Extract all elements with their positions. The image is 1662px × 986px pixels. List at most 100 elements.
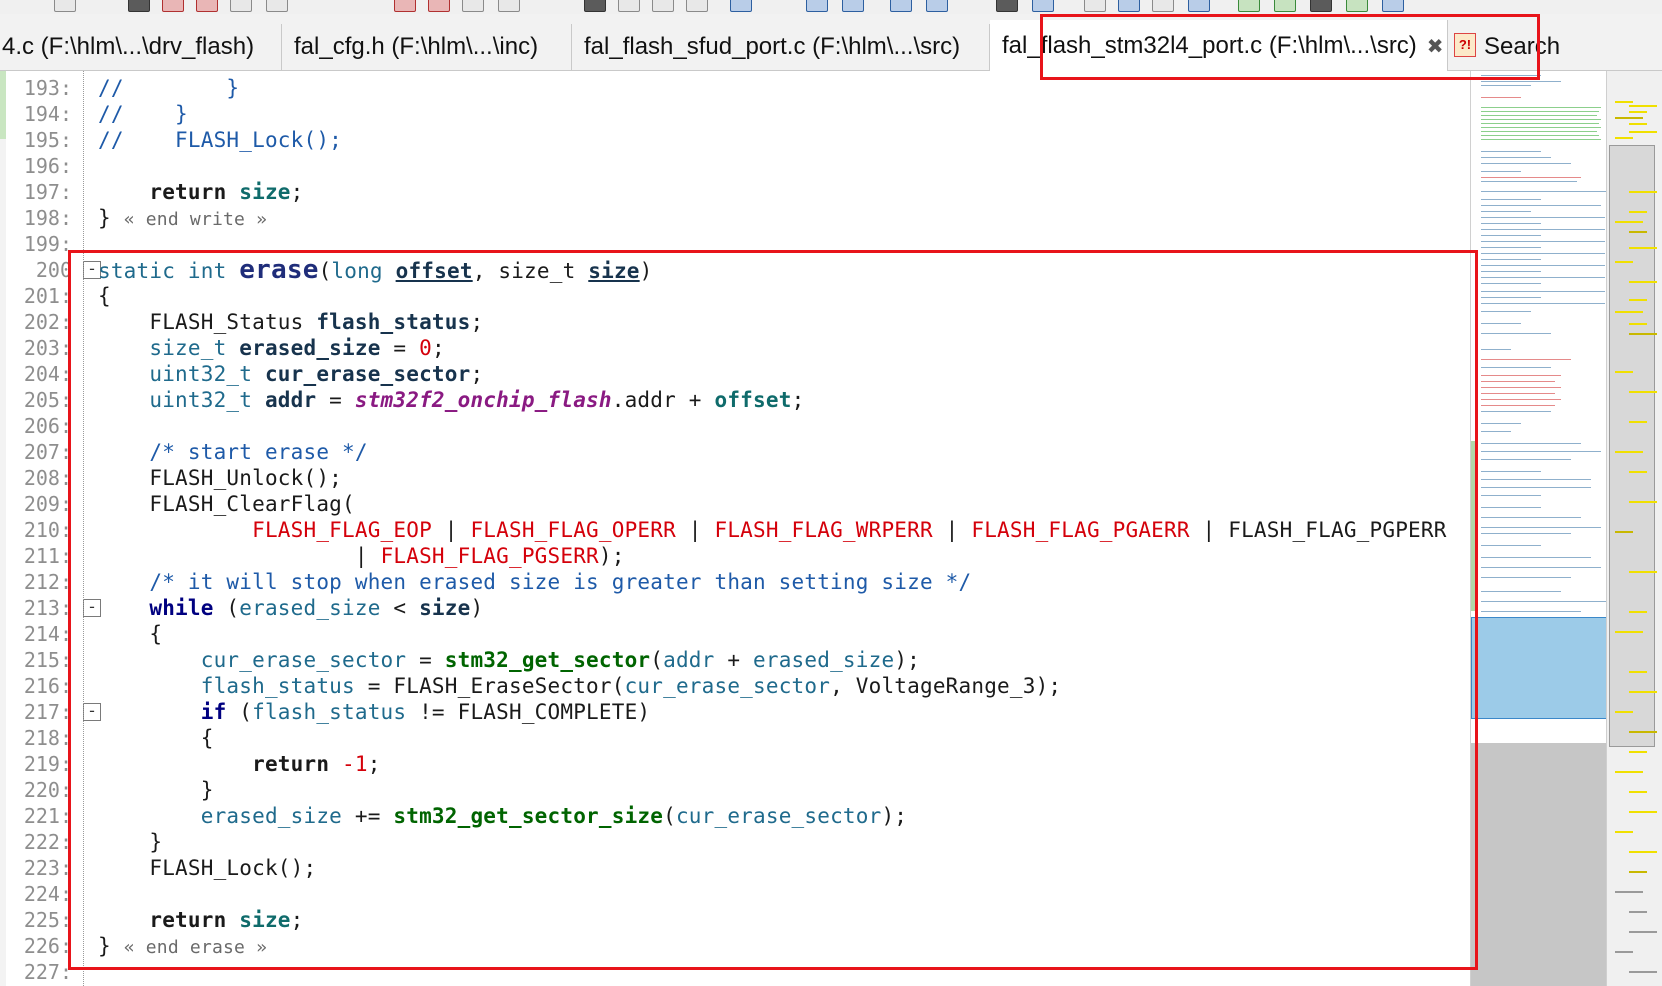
code-line[interactable]: FLASH_Status flash_status; [98,309,483,335]
code-line[interactable]: // } [98,75,239,101]
minimap-viewport[interactable] [1471,617,1607,719]
toolbar-button[interactable] [1310,0,1332,12]
code-line[interactable]: while (erased_size < size) [98,595,483,621]
tab-search[interactable]: ?! Search [1448,24,1662,70]
code-line[interactable]: erased_size += stm32_get_sector_size(cur… [98,803,907,829]
minimap-line [1481,375,1561,376]
code-line[interactable]: // } [98,101,188,127]
minimap-line [1481,399,1561,400]
tab-fal-flash-sfud-port-c[interactable]: fal_flash_sfud_port.c (F:\hlm\...\src) [572,24,990,70]
toolbar-button[interactable] [1238,0,1260,12]
toolbar-button[interactable] [842,0,864,12]
code-line[interactable]: uint32_t cur_erase_sector; [98,361,483,387]
code-line[interactable]: } « end erase » [98,933,267,959]
toolbar-button[interactable] [1032,0,1054,12]
editor-tab-bar: 4.c (F:\hlm\...\drv_flash) fal_cfg.h (F:… [0,14,1662,71]
code-line[interactable]: return size; [98,907,304,933]
code-line[interactable]: cur_erase_sector = stm32_get_sector(addr… [98,647,920,673]
toolbar-button[interactable] [428,0,450,12]
code-line[interactable]: if (flash_status != FLASH_COMPLETE) [98,699,650,725]
code-line[interactable]: } [98,777,214,803]
overview-mark [1629,131,1657,133]
code-line[interactable]: return -1; [98,751,381,777]
code-line[interactable]: } [98,829,162,855]
toolbar-button[interactable] [128,0,150,12]
toolbar-button[interactable] [498,0,520,12]
toolbar-button[interactable] [1188,0,1210,12]
line-number: 227: [23,960,72,984]
minimap-line [1481,479,1591,480]
minimap-line [1481,171,1521,172]
overview-ruler[interactable] [1606,71,1662,986]
code-line[interactable]: FLASH_ClearFlag( [98,491,355,517]
toolbar-button[interactable] [1118,0,1140,12]
close-icon[interactable]: ✖ [1427,36,1444,58]
code-line[interactable]: flash_status = FLASH_EraseSector(cur_era… [98,673,1061,699]
minimap-line [1481,217,1605,218]
minimap-line [1481,507,1541,508]
toolbar-button[interactable] [1382,0,1404,12]
overview-mark [1629,731,1657,733]
minimap-line [1481,405,1555,406]
minimap-line [1481,545,1541,546]
toolbar-button[interactable] [1274,0,1296,12]
toolbar-button[interactable] [162,0,184,12]
line-number: 210: [23,518,72,542]
code-line[interactable]: } « end write » [98,205,267,231]
line-number: 205: [23,388,72,412]
code-line[interactable]: | FLASH_FLAG_PGSERR); [98,543,625,569]
overview-mark [1615,101,1633,103]
overview-mark [1629,751,1647,753]
toolbar-button[interactable] [266,0,288,12]
toolbar-button[interactable] [926,0,948,12]
minimap-line [1481,495,1541,496]
toolbar-button[interactable] [652,0,674,12]
document-minimap[interactable] [1470,71,1607,986]
code-line[interactable]: return size; [98,179,304,205]
toolbar-button[interactable] [686,0,708,12]
tab-drv-flash[interactable]: 4.c (F:\hlm\...\drv_flash) [0,24,282,70]
toolbar-button[interactable] [806,0,828,12]
code-line[interactable]: FLASH_Lock(); [98,855,316,881]
code-line[interactable]: { [98,283,111,309]
toolbar-button[interactable] [54,0,76,12]
toolbar-button[interactable] [996,0,1018,12]
overview-mark [1629,871,1647,873]
toolbar-button[interactable] [1152,0,1174,12]
toolbar-button[interactable] [1084,0,1106,12]
code-line[interactable]: /* start erase */ [98,439,368,465]
toolbar-button[interactable] [730,0,752,12]
toolbar-button[interactable] [1346,0,1368,12]
code-line[interactable]: { [98,621,162,647]
code-editor[interactable]: 193: 194: 195: 196: 197: 198: 199: 200-201: 202:… [0,71,1662,986]
code-line[interactable]: uint32_t addr = stm32f2_onchip_flash.add… [98,387,804,413]
line-number: 223: [23,856,72,880]
minimap-line [1481,471,1541,472]
minimap-line [1481,367,1551,368]
toolbar-button[interactable] [890,0,912,12]
code-line[interactable]: { [98,725,214,751]
toolbar-button[interactable] [618,0,640,12]
code-line[interactable]: /* it will stop when erased size is grea… [98,569,971,595]
change-marker [0,71,6,139]
minimap-line [1481,235,1541,236]
code-line[interactable]: // FLASH_Lock(); [98,127,342,153]
line-number: 198: [23,206,72,230]
code-area[interactable]: // }// }// FLASH_Lock(); return size;} «… [98,71,1470,986]
line-number: 208: [23,466,72,490]
toolbar-button[interactable] [394,0,416,12]
toolbar-button[interactable] [196,0,218,12]
code-line[interactable]: FLASH_Unlock(); [98,465,342,491]
minimap-line [1481,151,1541,152]
tab-fal-flash-stm32l4-port-c[interactable]: fal_flash_stm32l4_port.c (F:\hlm\...\src… [990,20,1448,71]
toolbar-button[interactable] [584,0,606,12]
line-number: 222: [23,830,72,854]
code-line[interactable]: size_t erased_size = 0; [98,335,445,361]
tab-fal-cfg-h[interactable]: fal_cfg.h (F:\hlm\...\inc) [282,24,572,70]
toolbar-button[interactable] [230,0,252,12]
minimap-line [1481,191,1607,192]
code-line[interactable]: static int erase(long offset, size_t siz… [98,257,653,283]
overview-ruler-thumb[interactable] [1609,145,1655,747]
toolbar-button[interactable] [462,0,484,12]
code-line[interactable]: FLASH_FLAG_EOP | FLASH_FLAG_OPERR | FLAS… [98,517,1447,543]
